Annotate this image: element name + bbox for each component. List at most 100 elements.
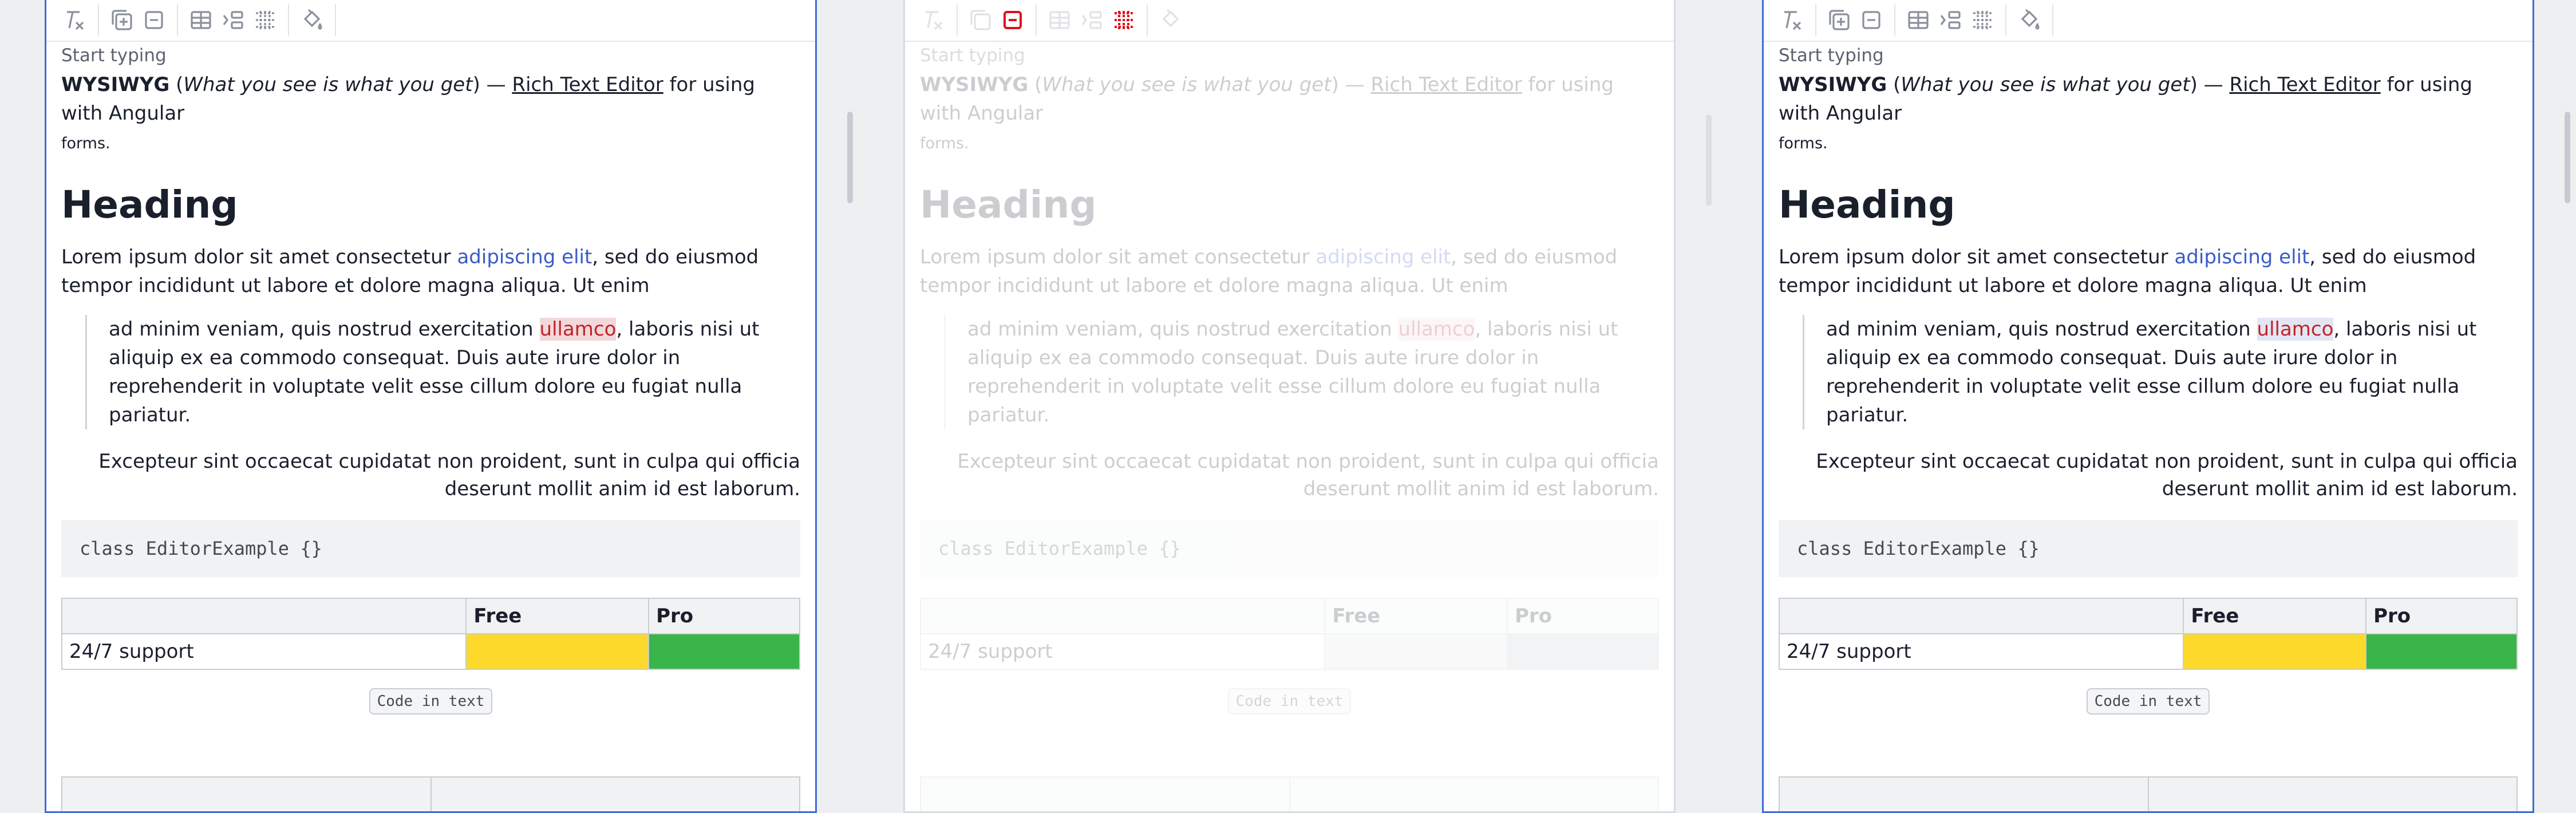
indent-button[interactable] [1076, 4, 1108, 36]
fill-color-button[interactable] [1155, 4, 1187, 36]
table-header-cell[interactable]: Pro [648, 598, 800, 634]
scrollbar-thumb[interactable] [2565, 112, 2570, 203]
scrollbar-thumb[interactable] [847, 112, 853, 203]
table-rows-icon [1115, 11, 1133, 29]
table-rows-icon [1973, 11, 1992, 29]
editor-panel-1[interactable]: Start typing WYSIWYG (What you see is wh… [45, 0, 817, 813]
table-row: 24/7 support [1778, 633, 2518, 670]
table-rows-icon [256, 11, 274, 29]
second-table [1779, 776, 2518, 811]
adipiscing-link[interactable]: adipiscing elit [457, 246, 592, 269]
table-cell[interactable]: 24/7 support [1778, 633, 2184, 670]
table-header-cell[interactable]: Free [2183, 598, 2367, 634]
toolbar-divider [2052, 4, 2053, 36]
clear-format-icon [67, 11, 84, 30]
intro-small: forms. [1779, 135, 1828, 152]
table-button[interactable] [185, 4, 217, 36]
table-header-cell[interactable]: Pro [2365, 598, 2518, 634]
merge-cells-button[interactable] [965, 4, 997, 36]
blockquote: ad minim veniam, quis nostrud exercitati… [1803, 315, 2518, 429]
editor-panel-3[interactable]: Start typing WYSIWYG (What you see is wh… [1762, 0, 2534, 813]
table-cell[interactable]: 24/7 support [61, 633, 467, 670]
blockquote: ad minim veniam, quis nostrud exercitati… [85, 315, 800, 429]
intro-close-paren: ) — [1331, 73, 1371, 96]
table-rows-button[interactable] [1966, 4, 1998, 36]
paragraph: Lorem ipsum dolor sit amet consectetur a… [61, 243, 800, 300]
table-cell-pro[interactable] [648, 633, 800, 670]
table-cell-free[interactable] [2183, 633, 2367, 670]
heading: Heading [920, 183, 1097, 227]
code-block: class EditorExample {} [920, 520, 1659, 577]
merge-cells-button[interactable] [106, 4, 138, 36]
table-row: 24/7 support [61, 633, 800, 670]
table-cell-free[interactable] [465, 633, 650, 670]
table-cell: 24/7 support [919, 633, 1326, 670]
table-button[interactable] [1902, 4, 1934, 36]
table-cell-pro [1507, 633, 1659, 670]
table-header-cell[interactable] [1778, 598, 2184, 634]
fill-color-button[interactable] [296, 4, 328, 36]
remove-button[interactable] [1855, 4, 1887, 36]
clear-format-button[interactable] [918, 4, 950, 36]
remove-button[interactable] [997, 4, 1029, 36]
table-icon [1908, 11, 1929, 29]
intro-open-paren: ( [1887, 73, 1901, 96]
intro-close-paren: ) — [472, 73, 512, 96]
quote-before: ad minim veniam, quis nostrud exercitati… [1826, 318, 2257, 341]
toolbar-divider [288, 4, 289, 36]
toolbar-divider [1894, 4, 1895, 36]
para-text-before: Lorem ipsum dolor sit amet consectetur [61, 246, 457, 269]
intro-bold: WYSIWYG [1779, 73, 1887, 96]
scrollbar-thumb[interactable] [1706, 115, 1712, 206]
table-rows-button[interactable] [1108, 4, 1140, 36]
clear-format-button[interactable] [59, 4, 91, 36]
rich-text-editor-link[interactable]: Rich Text Editor [512, 73, 663, 96]
table-cell[interactable] [430, 776, 800, 811]
rich-text-editor-link[interactable]: Rich Text Editor [2229, 73, 2380, 96]
intro-bold: WYSIWYG [61, 73, 170, 96]
table-rows-button[interactable] [249, 4, 281, 36]
table-cell-free [1324, 633, 1508, 670]
clear-format-button[interactable] [1776, 4, 1808, 36]
paint-bucket-icon [1162, 9, 1179, 27]
fill-color-button[interactable] [2013, 4, 2045, 36]
table-cell[interactable] [61, 776, 432, 811]
table-button[interactable] [1044, 4, 1076, 36]
table-row [920, 776, 1659, 811]
table-header-row: Free Pro [1778, 598, 2518, 634]
right-aligned-paragraph: Excepteur sint occaecat cupidatat non pr… [957, 450, 1659, 500]
table-header-cell: Pro [1507, 598, 1659, 634]
paragraph: Lorem ipsum dolor sit amet consectetur a… [1779, 243, 2518, 300]
table-row [1779, 776, 2518, 811]
table-header-cell[interactable]: Free [465, 598, 650, 634]
indent-button[interactable] [1934, 4, 1966, 36]
table-cell[interactable] [2147, 776, 2518, 811]
remove-button[interactable] [138, 4, 170, 36]
editor-panel-2[interactable]: Start typing WYSIWYG (What you see is wh… [903, 0, 1676, 813]
editor-content[interactable]: Start typing WYSIWYG (What you see is wh… [1778, 42, 2518, 811]
table-icon [1049, 11, 1070, 29]
toolbar-divider [1036, 4, 1037, 36]
paragraph: Lorem ipsum dolor sit amet consectetur a… [920, 243, 1659, 300]
inline-code: Code in text [2086, 688, 2210, 715]
indent-button[interactable] [217, 4, 249, 36]
toolbar-divider [98, 4, 99, 36]
intro-bold: WYSIWYG [920, 73, 1029, 96]
table-header-cell[interactable] [61, 598, 467, 634]
adipiscing-link[interactable]: adipiscing elit [2174, 246, 2309, 269]
para-text-before: Lorem ipsum dolor sit amet consectetur [1779, 246, 2175, 269]
table-cell [1289, 776, 1659, 811]
quote-before: ad minim veniam, quis nostrud exercitati… [967, 318, 1398, 341]
remove-icon [145, 11, 163, 29]
editor-content[interactable]: Start typing WYSIWYG (What you see is wh… [61, 42, 800, 811]
table-cell[interactable] [1779, 776, 2149, 811]
placeholder-text: Start typing [1779, 45, 1884, 66]
inline-code-wrap: Code in text [1779, 688, 2518, 715]
merge-cells-button[interactable] [1823, 4, 1855, 36]
intro-italic: What you see is what you get [1042, 73, 1332, 96]
table-cell [920, 776, 1290, 811]
placeholder-text: Start typing [920, 45, 1025, 66]
table-cell-pro[interactable] [2365, 633, 2518, 670]
heading: Heading [1779, 183, 1955, 227]
table-row [61, 776, 800, 811]
